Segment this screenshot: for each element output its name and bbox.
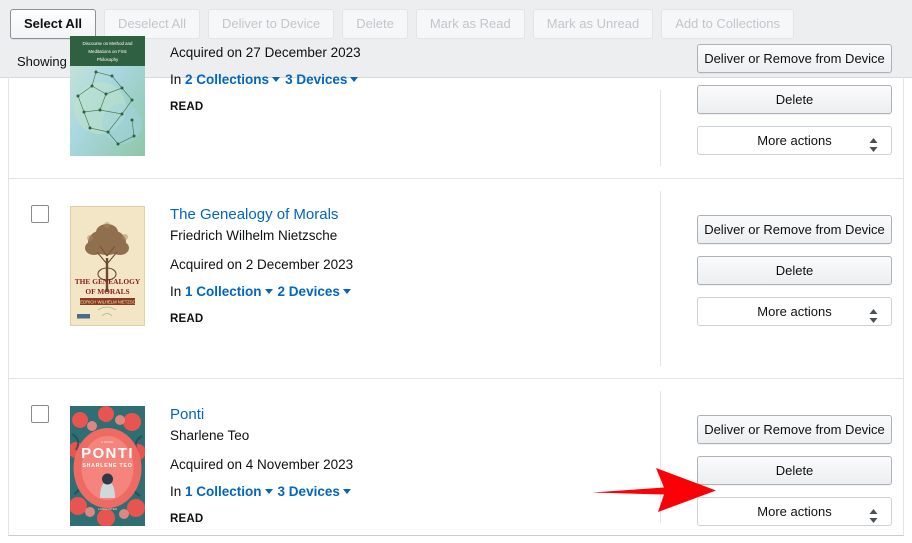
collections-link[interactable]: 2 Collections — [185, 72, 269, 87]
book-title-link[interactable]: The Genealogy of Morals — [170, 205, 356, 225]
book-author: Friedrich Wilhelm Nietzsche — [170, 228, 338, 243]
column-divider — [660, 191, 661, 366]
row-select-checkbox[interactable] — [31, 405, 49, 423]
more-actions-select[interactable]: More actions — [697, 497, 892, 526]
column-divider — [660, 90, 661, 166]
chevron-down-icon[interactable] — [350, 77, 359, 82]
collections-devices-row: In 1 Collection 2 Devices — [170, 282, 356, 302]
book-info: Acquired on 27 December 2023 In 2 Collect… — [170, 34, 363, 117]
more-actions-select[interactable]: More actions — [697, 297, 892, 326]
acquired-date: Acquired on 4 November 2023 — [170, 457, 354, 472]
column-divider — [660, 391, 661, 523]
toolbar-button-add-to-collections: Add to Collections — [661, 9, 794, 39]
read-status-badge: READ — [170, 313, 204, 325]
delete-button[interactable]: Delete — [697, 256, 892, 285]
in-label: In — [170, 484, 182, 499]
toolbar-button-select-all[interactable]: Select All — [10, 9, 97, 39]
svg-text:OF MORALS: OF MORALS — [85, 287, 129, 296]
more-actions-label: More actions — [757, 133, 832, 148]
row-actions: Deliver or Remove from Device Delete More … — [697, 44, 892, 155]
svg-text:Meditations on First: Meditations on First — [88, 49, 127, 54]
table-row: THE GENEALOGY OF MORALS FRIEDRICH WILHELM … — [9, 178, 903, 378]
toolbar-button-group: Select All Deselect All Deliver to Device D… — [10, 9, 794, 39]
select-arrows-icon — [869, 134, 878, 152]
collections-devices-row: In 1 Collection 3 Devices — [170, 482, 356, 502]
toolbar-button-mark-as-read: Mark as Read — [415, 9, 525, 39]
content-list: Discourse on Method and Meditations on Fi… — [8, 36, 904, 536]
svg-text:SHARLENE TEO: SHARLENE TEO — [82, 463, 132, 469]
deliver-or-remove-button[interactable]: Deliver or Remove from Device — [697, 44, 892, 73]
svg-text:Discourse on Method and: Discourse on Method and — [82, 41, 133, 46]
collections-link[interactable]: 1 Collection — [185, 284, 262, 299]
delete-button[interactable]: Delete — [697, 456, 892, 485]
row-actions: Deliver or Remove from Device Delete More … — [697, 215, 892, 326]
kindle-content-list-page: Select All Deselect All Deliver to Device D… — [0, 0, 912, 543]
more-actions-select[interactable]: More actions — [697, 126, 892, 155]
row-select-checkbox[interactable] — [31, 205, 49, 223]
read-status-badge: READ — [170, 101, 204, 113]
acquired-date: Acquired on 2 December 2023 — [170, 257, 354, 272]
in-label: In — [170, 72, 182, 87]
read-status-badge: READ — [170, 513, 204, 525]
devices-link[interactable]: 3 Devices — [278, 484, 340, 499]
in-label: In — [170, 284, 182, 299]
more-actions-label: More actions — [757, 304, 832, 319]
acquired-date: Acquired on 27 December 2023 — [170, 45, 361, 60]
chevron-down-icon[interactable] — [264, 489, 273, 494]
book-info: The Genealogy of Morals Friedrich Wilhelm… — [170, 205, 356, 329]
devices-link[interactable]: 2 Devices — [278, 284, 340, 299]
deliver-or-remove-button[interactable]: Deliver or Remove from Device — [697, 215, 892, 244]
table-row: Discourse on Method and Meditations on Fi… — [9, 36, 903, 178]
toolbar-button-mark-as-unread: Mark as Unread — [532, 9, 654, 39]
svg-text:PONTI: PONTI — [81, 445, 134, 462]
chevron-down-icon[interactable] — [342, 289, 351, 294]
row-actions: Deliver or Remove from Device Delete More … — [697, 415, 892, 526]
book-title-link[interactable]: Ponti — [170, 405, 356, 425]
book-author: Sharlene Teo — [170, 428, 250, 443]
svg-text:Philosophy: Philosophy — [97, 57, 119, 62]
select-arrows-icon — [869, 305, 878, 323]
delete-button[interactable]: Delete — [697, 85, 892, 114]
book-cover-image[interactable]: THE GENEALOGY OF MORALS FRIEDRICH WILHELM … — [70, 206, 145, 326]
svg-text:THE GENEALOGY: THE GENEALOGY — [75, 277, 141, 286]
table-row: PONTI SHARLENE TEO A NOVEL LONGLISTED Ponti S… — [9, 378, 903, 535]
svg-text:LONGLISTED: LONGLISTED — [98, 507, 118, 511]
collections-link[interactable]: 1 Collection — [185, 484, 262, 499]
chevron-down-icon[interactable] — [342, 489, 351, 494]
chevron-down-icon[interactable] — [264, 289, 273, 294]
chevron-down-icon[interactable] — [272, 77, 281, 82]
book-cover-image[interactable]: PONTI SHARLENE TEO A NOVEL LONGLISTED — [70, 406, 145, 526]
more-actions-label: More actions — [757, 504, 832, 519]
select-arrows-icon — [869, 505, 878, 523]
devices-link[interactable]: 3 Devices — [285, 72, 347, 87]
book-info: Ponti Sharlene Teo Acquired on 4 November … — [170, 405, 356, 529]
book-cover-image[interactable]: Discourse on Method and Meditations on Fi… — [70, 36, 145, 156]
deliver-or-remove-button[interactable]: Deliver or Remove from Device — [697, 415, 892, 444]
svg-text:FRIEDRICH WILHELM NIETZSCHE: FRIEDRICH WILHELM NIETZSCHE — [74, 300, 142, 305]
collections-devices-row: In 2 Collections 3 Devices — [170, 70, 363, 90]
svg-text:A NOVEL: A NOVEL — [101, 440, 114, 444]
